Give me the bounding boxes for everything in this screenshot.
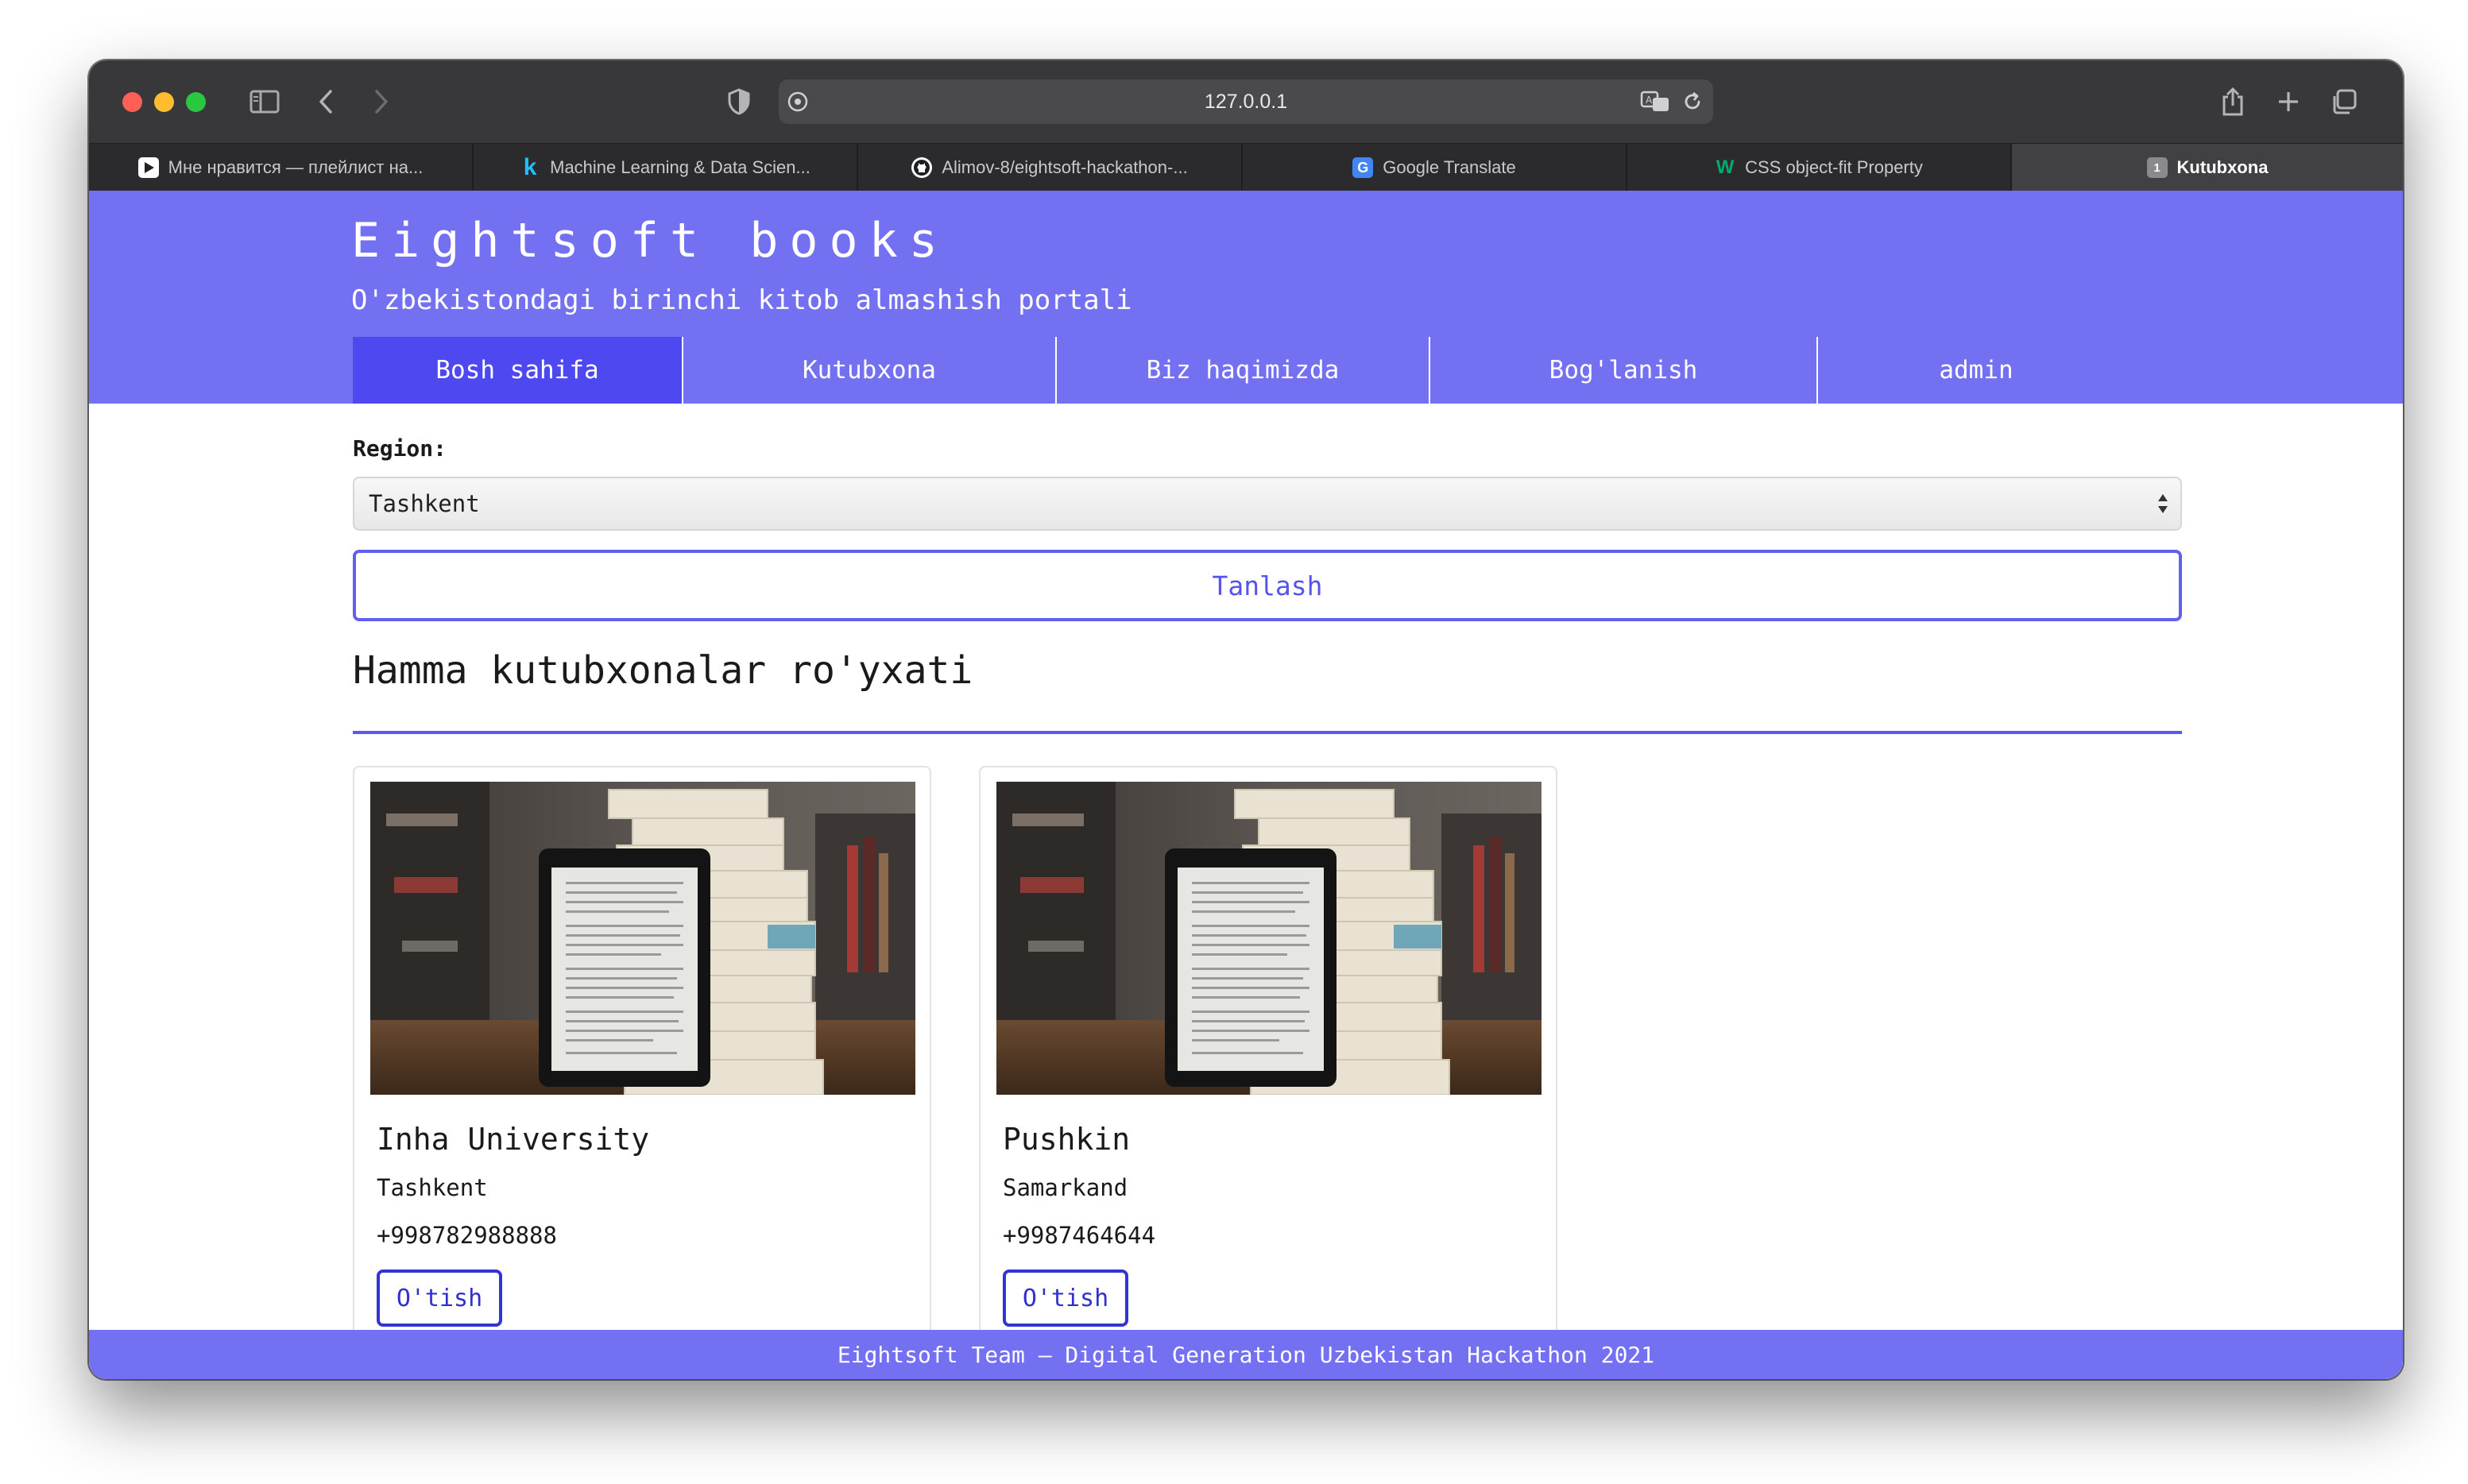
tab-number-icon: 1 bbox=[2146, 157, 2168, 178]
tab-google-translate[interactable]: G Google Translate bbox=[1243, 144, 1627, 191]
url-text: 127.0.0.1 bbox=[1204, 91, 1288, 113]
tab-label: Machine Learning & Data Scien... bbox=[550, 157, 810, 177]
nav-biz-haqimizda[interactable]: Biz haqimizda bbox=[1057, 337, 1430, 404]
svg-text:A: A bbox=[1646, 95, 1653, 106]
otish-button[interactable]: O'tish bbox=[1003, 1270, 1128, 1327]
minimize-window-button[interactable] bbox=[154, 92, 174, 112]
w3schools-icon: W bbox=[1716, 157, 1735, 178]
nav-admin[interactable]: admin bbox=[1818, 337, 2134, 404]
region-select[interactable]: Tashkent bbox=[353, 477, 2182, 531]
share-icon[interactable] bbox=[2215, 79, 2250, 124]
section-divider bbox=[353, 731, 2182, 734]
close-window-button[interactable] bbox=[122, 92, 142, 112]
library-name: Pushkin bbox=[1003, 1122, 1131, 1157]
tab-playlist[interactable]: Мне нравится — плейлист на... bbox=[89, 144, 474, 191]
web-page: Eightsoft books O'zbekistondagi birinchi… bbox=[89, 191, 2403, 1379]
tab-w3schools[interactable]: W CSS object-fit Property bbox=[1627, 144, 2012, 191]
region-select-value: Tashkent bbox=[369, 490, 480, 517]
nav-kutubxona[interactable]: Kutubxona bbox=[683, 337, 1057, 404]
site-title: Eightsoft books bbox=[351, 213, 949, 269]
forward-icon[interactable] bbox=[366, 79, 397, 124]
nav-bosh-sahifa[interactable]: Bosh sahifa bbox=[353, 337, 683, 404]
library-image bbox=[370, 782, 915, 1095]
library-phone: +9987464644 bbox=[1003, 1222, 1156, 1249]
site-subtitle: O'zbekistondagi birinchi kitob almashish… bbox=[351, 284, 1132, 316]
google-translate-icon: G bbox=[1352, 157, 1374, 178]
site-header: Eightsoft books O'zbekistondagi birinchi… bbox=[89, 191, 2403, 404]
select-arrows-icon bbox=[2157, 491, 2169, 520]
address-bar[interactable]: 127.0.0.1 A bbox=[779, 79, 1713, 124]
main-nav: Bosh sahifa Kutubxona Biz haqimizda Bog'… bbox=[353, 337, 2134, 404]
tab-bar: Мне нравится — плейлист на... k Machine … bbox=[89, 143, 2403, 191]
nav-boglanish[interactable]: Bog'lanish bbox=[1430, 337, 1818, 404]
library-card: Inha University Tashkent +998782988888 O… bbox=[353, 766, 931, 1370]
tab-label: Google Translate bbox=[1383, 157, 1516, 177]
library-city: Samarkand bbox=[1003, 1174, 1128, 1201]
tab-label: Kutubxona bbox=[2176, 157, 2269, 177]
new-tab-icon[interactable] bbox=[2271, 79, 2306, 124]
tab-label: CSS object-fit Property bbox=[1745, 157, 1923, 177]
sidebar-icon[interactable] bbox=[245, 79, 284, 124]
kaggle-icon: k bbox=[523, 154, 537, 180]
tab-label: Мне нравится — плейлист на... bbox=[168, 157, 424, 177]
tab-label: Alimov-8/eightsoft-hackathon-... bbox=[942, 157, 1188, 177]
library-card: Pushkin Samarkand +9987464644 O'tish bbox=[979, 766, 1557, 1370]
translate-icon[interactable]: A bbox=[1640, 79, 1670, 124]
site-footer: Eightsoft Team — Digital Generation Uzbe… bbox=[89, 1330, 2403, 1379]
library-name: Inha University bbox=[377, 1122, 650, 1157]
privacy-shield-icon[interactable] bbox=[721, 79, 756, 124]
tab-kaggle[interactable]: k Machine Learning & Data Scien... bbox=[474, 144, 858, 191]
reload-icon[interactable] bbox=[1681, 79, 1704, 124]
tanlash-button[interactable]: Tanlash bbox=[353, 550, 2182, 621]
tab-kutubxona[interactable]: 1 Kutubxona bbox=[2012, 144, 2403, 191]
play-icon bbox=[137, 157, 159, 178]
library-phone: +998782988888 bbox=[377, 1222, 557, 1249]
browser-toolbar: 127.0.0.1 A bbox=[89, 60, 2403, 143]
library-city: Tashkent bbox=[377, 1174, 488, 1201]
tab-overview-icon[interactable] bbox=[2327, 79, 2362, 124]
library-image bbox=[996, 782, 1542, 1095]
section-title: Hamma kutubxonalar ro'yxati bbox=[353, 648, 973, 693]
github-icon bbox=[911, 157, 933, 178]
otish-button[interactable]: O'tish bbox=[377, 1270, 502, 1327]
zoom-window-button[interactable] bbox=[186, 92, 206, 112]
region-label: Region: bbox=[353, 435, 447, 462]
back-icon[interactable] bbox=[310, 79, 342, 124]
browser-window: 127.0.0.1 A Мне нравится — плейлист на..… bbox=[89, 60, 2403, 1379]
tab-github[interactable]: Alimov-8/eightsoft-hackathon-... bbox=[858, 144, 1243, 191]
